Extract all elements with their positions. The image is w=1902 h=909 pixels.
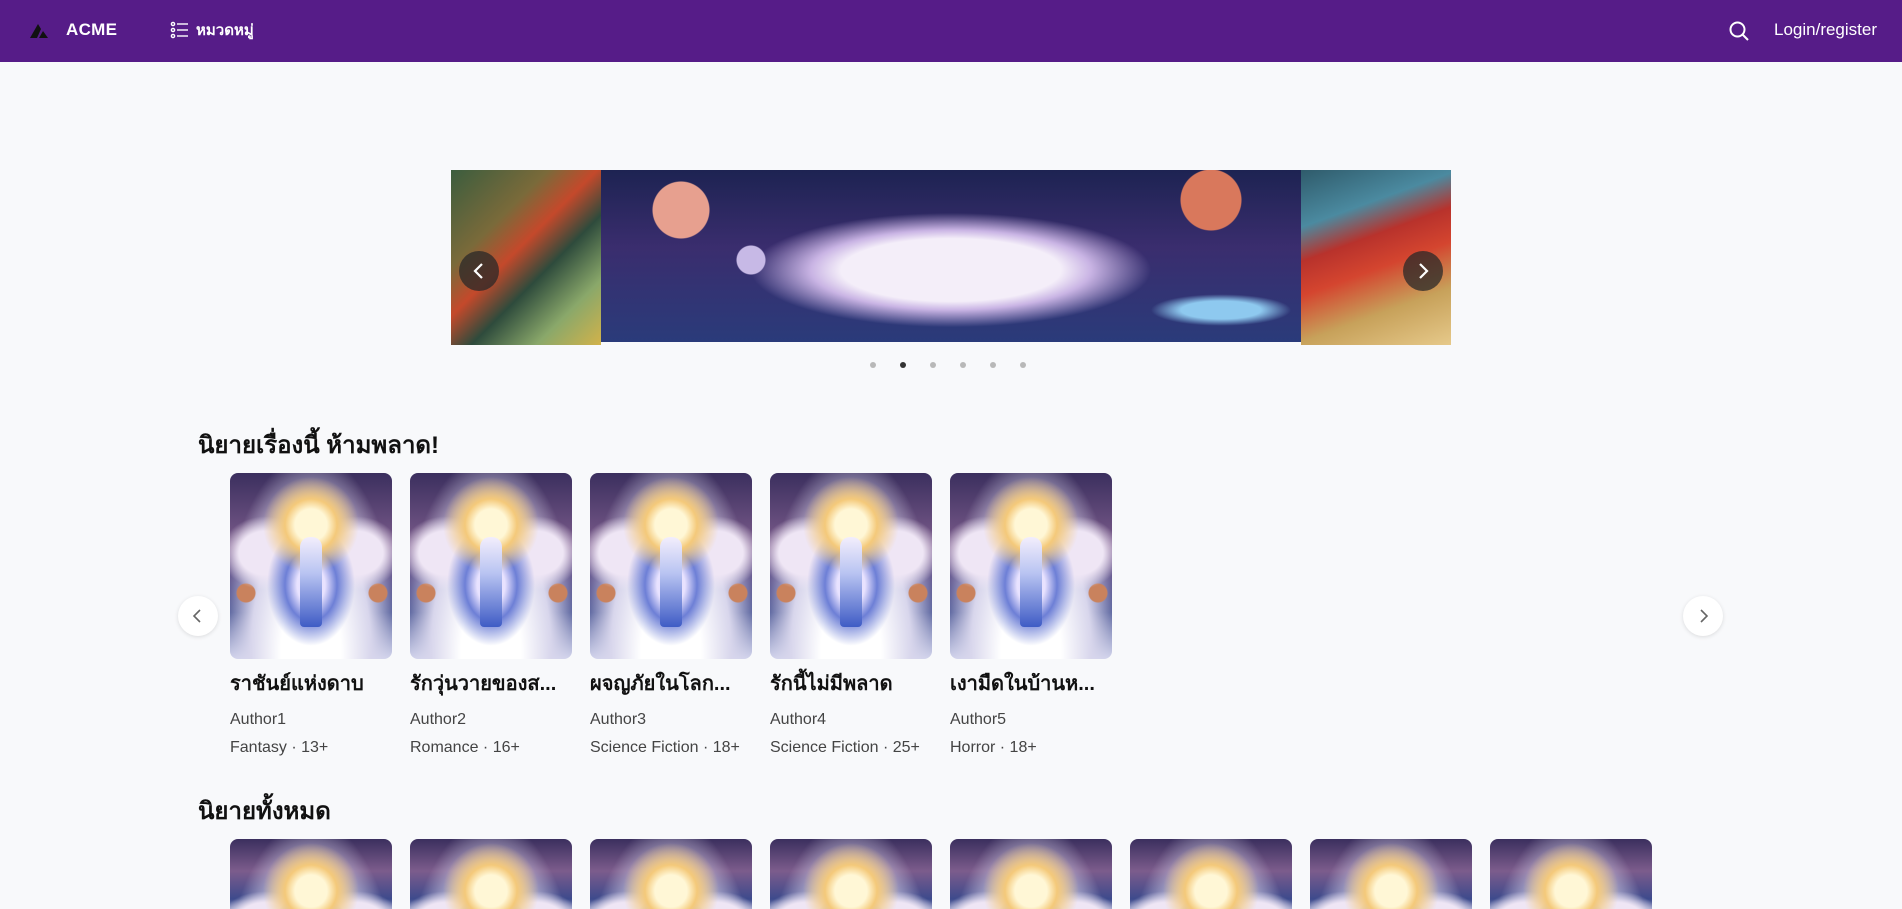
novel-cover-image bbox=[590, 473, 752, 659]
novel-card[interactable]: รักวุ่นวายของส... Author2 Romance · 16+ bbox=[410, 473, 572, 757]
novel-card[interactable] bbox=[950, 839, 1112, 909]
login-register-link[interactable]: Login/register bbox=[1774, 20, 1877, 40]
novel-card[interactable] bbox=[1310, 839, 1472, 909]
novel-cover-image bbox=[950, 839, 1112, 909]
novel-genre-rating: Horror · 18+ bbox=[950, 739, 1037, 756]
banner-pagination bbox=[870, 362, 1026, 368]
novel-card[interactable] bbox=[230, 839, 392, 909]
banner-dot[interactable] bbox=[960, 362, 966, 368]
novel-genre-rating: Science Fiction · 18+ bbox=[590, 739, 740, 756]
chevron-right-icon bbox=[1419, 263, 1429, 279]
novel-cover-image bbox=[1310, 839, 1472, 909]
novel-title: รักนี้ไม่มีพลาด bbox=[770, 673, 893, 695]
list-icon bbox=[170, 21, 188, 39]
novel-cover-image bbox=[230, 839, 392, 909]
novel-author: Author2 bbox=[410, 711, 467, 728]
novel-title: เงามืดในบ้านห... bbox=[950, 673, 1095, 695]
categories-button[interactable]: หมวดหมู่ bbox=[170, 18, 254, 42]
banner-dot[interactable] bbox=[1020, 362, 1026, 368]
banner-dot-active[interactable] bbox=[900, 362, 906, 368]
novel-card[interactable] bbox=[770, 839, 932, 909]
top-navbar: ACME หมวดหมู่ Login/register bbox=[0, 0, 1902, 62]
novel-card[interactable]: รักนี้ไม่มีพลาด Author4 Science Fiction … bbox=[770, 473, 932, 757]
all-novels-section-title: นิยายทั้งหมด bbox=[198, 798, 331, 825]
brand-logo[interactable]: ACME bbox=[28, 18, 117, 42]
banner-prev-button[interactable] bbox=[459, 251, 499, 291]
chevron-right-icon bbox=[1700, 609, 1709, 623]
novel-card[interactable]: ราชันย์แห่งดาบ Author1 Fantasy · 13+ bbox=[230, 473, 392, 757]
novel-card[interactable] bbox=[1490, 839, 1652, 909]
categories-label: หมวดหมู่ bbox=[196, 22, 254, 39]
banner-next-button[interactable] bbox=[1403, 251, 1443, 291]
novel-author: Author1 bbox=[230, 711, 287, 728]
featured-next-button[interactable] bbox=[1683, 596, 1723, 636]
novel-cover-image bbox=[590, 839, 752, 909]
novel-author: Author4 bbox=[770, 711, 827, 728]
novel-title: ผจญภัยในโลก... bbox=[590, 673, 731, 695]
chevron-left-icon bbox=[473, 263, 483, 279]
novel-card[interactable] bbox=[590, 839, 752, 909]
acme-logo-icon bbox=[30, 24, 48, 38]
novel-cover-image bbox=[770, 473, 932, 659]
featured-prev-button[interactable] bbox=[178, 596, 218, 636]
novel-cover-image bbox=[230, 473, 392, 659]
novel-cover-image bbox=[1490, 839, 1652, 909]
novel-cover-image bbox=[950, 473, 1112, 659]
banner-dot[interactable] bbox=[990, 362, 996, 368]
banner-dot[interactable] bbox=[930, 362, 936, 368]
novel-cover-image bbox=[1130, 839, 1292, 909]
search-icon[interactable] bbox=[1728, 20, 1750, 42]
novel-cover-image bbox=[770, 839, 932, 909]
banner-dot[interactable] bbox=[870, 362, 876, 368]
novel-card[interactable] bbox=[1130, 839, 1292, 909]
novel-cover-image bbox=[410, 473, 572, 659]
featured-section-title: นิยายเรื่องนี้ ห้ามพลาด! bbox=[198, 432, 440, 459]
novel-card[interactable]: เงามืดในบ้านห... Author5 Horror · 18+ bbox=[950, 473, 1112, 757]
novel-card[interactable] bbox=[410, 839, 572, 909]
brand-name: ACME bbox=[66, 20, 118, 39]
novel-genre-rating: Romance · 16+ bbox=[410, 739, 520, 756]
chevron-left-icon bbox=[192, 609, 201, 623]
novel-title: ราชันย์แห่งดาบ bbox=[230, 673, 364, 695]
banner-slide-current[interactable] bbox=[601, 170, 1301, 342]
novel-author: Author5 bbox=[950, 711, 1007, 728]
novel-cover-image bbox=[410, 839, 572, 909]
novel-card[interactable]: ผจญภัยในโลก... Author3 Science Fiction ·… bbox=[590, 473, 752, 757]
novel-genre-rating: Science Fiction · 25+ bbox=[770, 739, 920, 756]
novel-title: รักวุ่นวายของส... bbox=[410, 673, 557, 695]
novel-genre-rating: Fantasy · 13+ bbox=[230, 739, 329, 756]
novel-author: Author3 bbox=[590, 711, 647, 728]
banner-carousel bbox=[451, 170, 1451, 345]
